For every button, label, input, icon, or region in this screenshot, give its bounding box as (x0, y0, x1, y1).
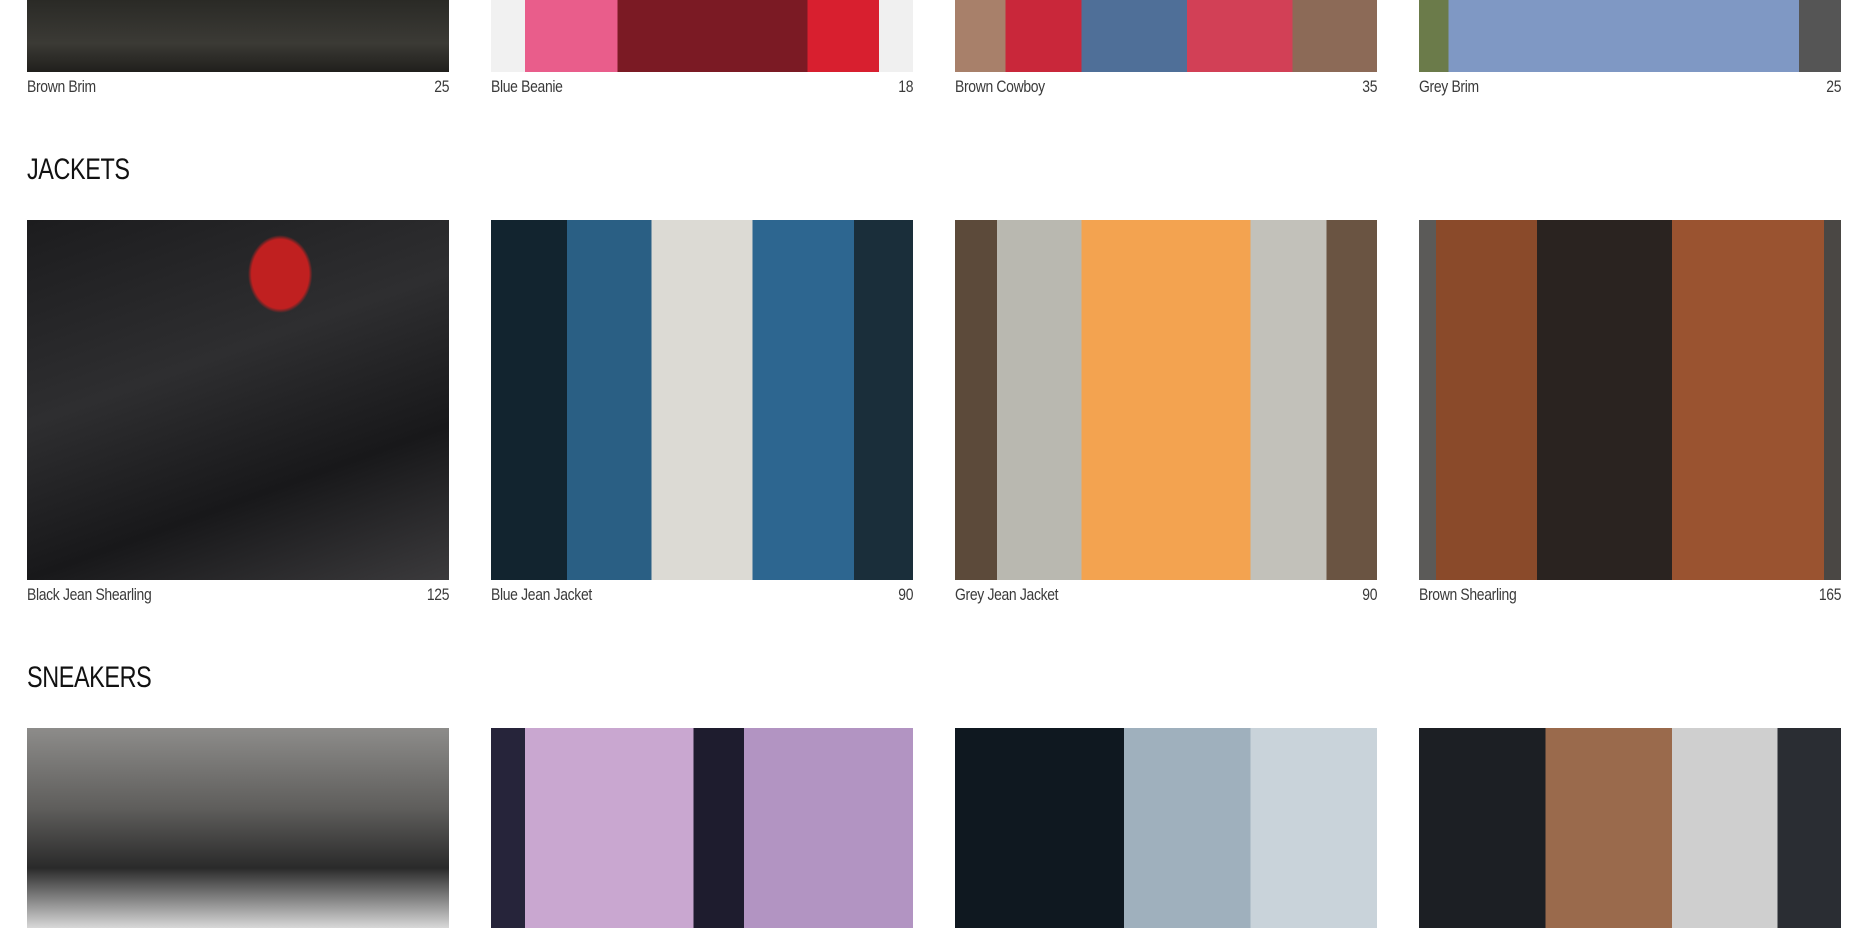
product-card[interactable]: Black Jean Shearling 125 (27, 220, 449, 610)
product-image[interactable] (1419, 0, 1841, 72)
product-image[interactable] (955, 728, 1377, 928)
product-name: Brown Cowboy (955, 77, 1045, 96)
product-price: 25 (434, 77, 450, 96)
product-footer: Brown Shearling 165 (1419, 580, 1841, 610)
product-price: 25 (1826, 77, 1842, 96)
product-image[interactable] (27, 0, 449, 72)
product-footer: Blue Beanie 18 (491, 72, 913, 102)
product-card[interactable]: Brown Brim 25 (27, 0, 449, 102)
product-card[interactable]: Brown Shearling 165 (1419, 220, 1841, 610)
product-image[interactable] (27, 220, 449, 580)
product-footer: Blue Jean Jacket 90 (491, 580, 913, 610)
product-image[interactable] (1419, 728, 1841, 928)
product-footer: Grey Brim 25 (1419, 72, 1841, 102)
product-name: Grey Brim (1419, 77, 1479, 96)
collection-row-sneakers (27, 728, 1841, 928)
product-footer: Brown Brim 25 (27, 72, 449, 102)
product-footer: Brown Cowboy 35 (955, 72, 1377, 102)
product-footer: Black Jean Shearling 125 (27, 580, 449, 610)
product-name: Brown Brim (27, 77, 96, 96)
product-price: 165 (1818, 585, 1842, 604)
product-name: Black Jean Shearling (27, 585, 152, 604)
product-card[interactable] (27, 728, 449, 928)
product-image[interactable] (491, 0, 913, 72)
product-card[interactable]: Grey Brim 25 (1419, 0, 1841, 102)
product-image[interactable] (1419, 220, 1841, 580)
product-price: 125 (426, 585, 450, 604)
collection-row-jackets: Black Jean Shearling 125 Blue Jean Jacke… (27, 220, 1841, 610)
product-name: Brown Shearling (1419, 585, 1517, 604)
product-card[interactable] (491, 728, 913, 928)
collection-row-hats: Brown Brim 25 Blue Beanie 18 Brown Cowbo… (27, 0, 1841, 102)
product-price: 90 (898, 585, 914, 604)
product-price: 90 (1362, 585, 1378, 604)
product-card[interactable] (1419, 728, 1841, 928)
product-price: 35 (1362, 77, 1378, 96)
product-card[interactable]: Brown Cowboy 35 (955, 0, 1377, 102)
product-image[interactable] (955, 220, 1377, 580)
product-image[interactable] (491, 728, 913, 928)
product-card[interactable]: Grey Jean Jacket 90 (955, 220, 1377, 610)
product-card[interactable]: Blue Jean Jacket 90 (491, 220, 913, 610)
product-image[interactable] (491, 220, 913, 580)
product-name: Blue Jean Jacket (491, 585, 592, 604)
product-name: Blue Beanie (491, 77, 563, 96)
product-footer: Grey Jean Jacket 90 (955, 580, 1377, 610)
product-card[interactable] (955, 728, 1377, 928)
product-image[interactable] (955, 0, 1377, 72)
product-card[interactable]: Blue Beanie 18 (491, 0, 913, 102)
product-name: Grey Jean Jacket (955, 585, 1059, 604)
section-title-sneakers[interactable]: SNEAKERS (27, 661, 152, 695)
product-image[interactable] (27, 728, 449, 928)
product-price: 18 (898, 77, 914, 96)
section-title-jackets[interactable]: JACKETS (27, 153, 130, 187)
